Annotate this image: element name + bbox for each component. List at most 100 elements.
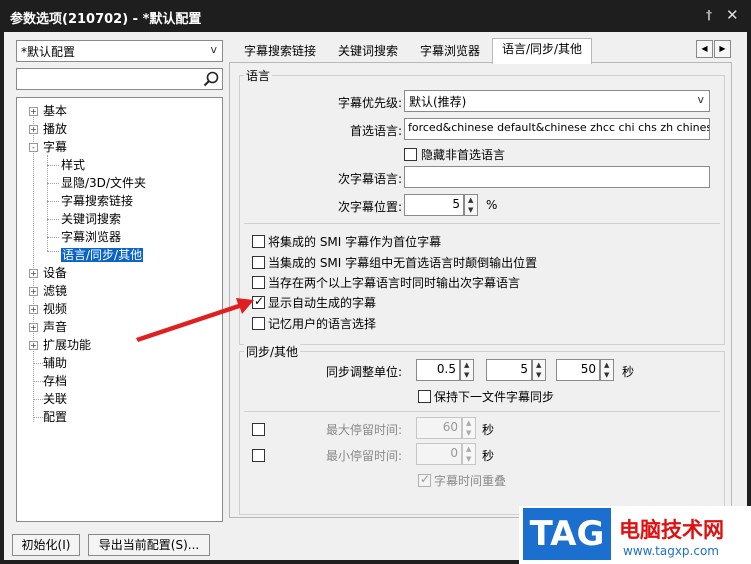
tree-line [33, 399, 43, 400]
tree-expander-icon[interactable]: + [29, 125, 38, 134]
tree-line [33, 363, 43, 364]
profile-select-value: *默认配置 [21, 45, 76, 59]
max-duration-input[interactable]: 60 [416, 417, 462, 439]
tree-line [33, 111, 34, 422]
keep-next-sync-label: 保持下一文件字幕同步 [434, 390, 555, 404]
min-duration-spinner[interactable]: ▲ ▼ [462, 443, 476, 465]
preferred-language-label: 首选语言: [349, 124, 402, 138]
tree-item-subtitle[interactable]: 字幕 [43, 139, 67, 155]
tree-line [47, 183, 59, 184]
tree-expander-icon[interactable]: + [29, 305, 38, 314]
remember-language-label: 记忆用户的语言选择 [268, 317, 377, 331]
tree-expander-icon[interactable]: + [29, 269, 38, 278]
tree-line [33, 417, 43, 418]
min-duration-label: 最小停留时间: [325, 449, 402, 463]
sync-unit-spinner-1[interactable]: ▲ ▼ [460, 359, 474, 381]
tree-line [33, 381, 43, 382]
close-icon[interactable]: ✕ [726, 6, 739, 24]
tab-scroll-right-icon[interactable]: ▶ [714, 40, 731, 58]
checkmark-icon: ✓ [420, 472, 431, 486]
tree-item-playback[interactable]: 播放 [43, 121, 67, 137]
tab-keyword-search[interactable]: 关键词搜索 [328, 40, 408, 62]
tree-item-extensions[interactable]: 扩展功能 [43, 337, 91, 353]
secondary-language-input[interactable] [404, 166, 710, 188]
tree-item-association[interactable]: 关联 [43, 391, 67, 407]
tab-panel: 语言 字幕优先级: 默认(推荐) v 首选语言: forced&chinese … [229, 62, 732, 518]
secondary-position-input[interactable]: 5 [404, 194, 464, 216]
max-duration-unit: 秒 [482, 423, 495, 437]
smi-first-label: 将集成的 SMI 字幕作为首位字幕 [268, 235, 442, 249]
tree-expander-icon[interactable]: + [29, 323, 38, 332]
tree-expander-icon[interactable]: + [29, 287, 38, 296]
smi-invert-label: 当集成的 SMI 字幕组中无首选语言时颠倒输出位置 [268, 256, 538, 270]
tree-item-search-link[interactable]: 字幕搜索链接 [61, 193, 133, 209]
priority-select[interactable]: 默认(推荐) v [404, 90, 710, 112]
sync-unit-input-2[interactable]: 5 [486, 359, 532, 381]
watermark: TAG 电脑技术网 www.tagxp.com [519, 506, 751, 564]
search-icon[interactable] [203, 71, 219, 87]
max-duration-spinner[interactable]: ▲ ▼ [462, 417, 476, 439]
tree-item-browser[interactable]: 字幕浏览器 [61, 229, 121, 245]
chevron-down-icon: v [210, 43, 217, 56]
output-secondary-checkbox[interactable] [252, 276, 265, 289]
max-duration-checkbox[interactable] [252, 423, 265, 436]
title-bar[interactable]: 参数选项(210702) - *默认配置 † ✕ [0, 0, 751, 32]
tab-language-sync-other[interactable]: 语言/同步/其他 [492, 38, 592, 64]
tree-line [47, 201, 59, 202]
sync-unit-spinner-3[interactable]: ▲ ▼ [600, 359, 614, 381]
secondary-language-label: 次字幕语言: [337, 172, 402, 186]
tree-collapser-icon[interactable]: - [29, 143, 38, 152]
tree-expander-icon[interactable]: + [29, 341, 38, 350]
sync-unit-input-1[interactable]: 0.5 [416, 359, 460, 381]
tree-item-keyword[interactable]: 关键词搜索 [61, 211, 121, 227]
min-duration-input[interactable]: 0 [416, 443, 462, 465]
smi-first-checkbox[interactable] [252, 235, 265, 248]
sync-unit-suffix: 秒 [622, 365, 635, 379]
dialog-body: *默认配置 v + 基本 + 播放 - 字幕 样式 显隐/3D/文件夹 字幕搜索 [4, 32, 747, 560]
secondary-position-spinner[interactable]: ▲ ▼ [464, 194, 478, 216]
tree-item-audio[interactable]: 声音 [43, 319, 67, 335]
tree-line [47, 251, 59, 252]
tree-item-video[interactable]: 视频 [43, 301, 67, 317]
tree-item-language-sync[interactable]: 语言/同步/其他 [61, 247, 144, 263]
keep-next-sync-checkbox[interactable] [418, 390, 431, 403]
priority-label: 字幕优先级: [337, 96, 402, 110]
hide-non-preferred-checkbox[interactable] [404, 148, 417, 161]
search-input[interactable] [16, 68, 223, 90]
secondary-position-unit: % [486, 198, 498, 212]
sync-unit-label: 同步调整单位: [325, 365, 402, 379]
sync-unit-spinner-2[interactable]: ▲ ▼ [532, 359, 546, 381]
tree-item-display[interactable]: 显隐/3D/文件夹 [61, 175, 146, 191]
preferred-language-input[interactable]: forced&chinese default&chinese zhcc chi … [404, 118, 710, 140]
divider [244, 411, 720, 412]
tree-item-filter[interactable]: 滤镜 [43, 283, 67, 299]
tab-subtitle-search-link[interactable]: 字幕搜索链接 [234, 40, 326, 62]
init-button[interactable]: 初始化(I) [12, 534, 80, 556]
tree-item-archive[interactable]: 存档 [43, 373, 67, 389]
tab-subtitle-browser[interactable]: 字幕浏览器 [410, 40, 490, 62]
tree-item-device[interactable]: 设备 [43, 265, 67, 281]
priority-select-value: 默认(推荐) [409, 95, 467, 109]
profile-select[interactable]: *默认配置 v [16, 40, 223, 62]
subtitle-overlap-checkbox[interactable]: ✓ [418, 472, 431, 487]
tree-expander-icon[interactable]: + [29, 107, 38, 116]
min-duration-checkbox[interactable] [252, 449, 265, 462]
preferred-language-value: forced&chinese default&chinese zhcc chi … [408, 121, 710, 134]
secondary-position-label: 次字幕位置: [337, 200, 402, 214]
window-title: 参数选项(210702) - *默认配置 [10, 12, 202, 27]
max-duration-label: 最大停留时间: [325, 423, 402, 437]
watermark-url: www.tagxp.com [623, 544, 719, 558]
tree-item-config[interactable]: 配置 [43, 409, 67, 425]
tree-item-assist[interactable]: 辅助 [43, 355, 67, 371]
tree-item-style[interactable]: 样式 [61, 157, 85, 173]
export-config-button[interactable]: 导出当前配置(S)... [88, 534, 210, 556]
sync-unit-input-3[interactable]: 50 [556, 359, 600, 381]
tree-item-basic[interactable]: 基本 [43, 103, 67, 119]
tree-line [47, 165, 59, 166]
output-secondary-label: 当存在两个以上字幕语言时同时输出次字幕语言 [268, 276, 521, 290]
smi-invert-checkbox[interactable] [252, 256, 265, 269]
watermark-name: 电脑技术网 [619, 518, 724, 542]
tab-scroll-left-icon[interactable]: ◀ [696, 40, 713, 58]
pin-icon[interactable]: † [706, 8, 712, 22]
hide-non-preferred-label: 隐藏非首选语言 [421, 148, 506, 162]
